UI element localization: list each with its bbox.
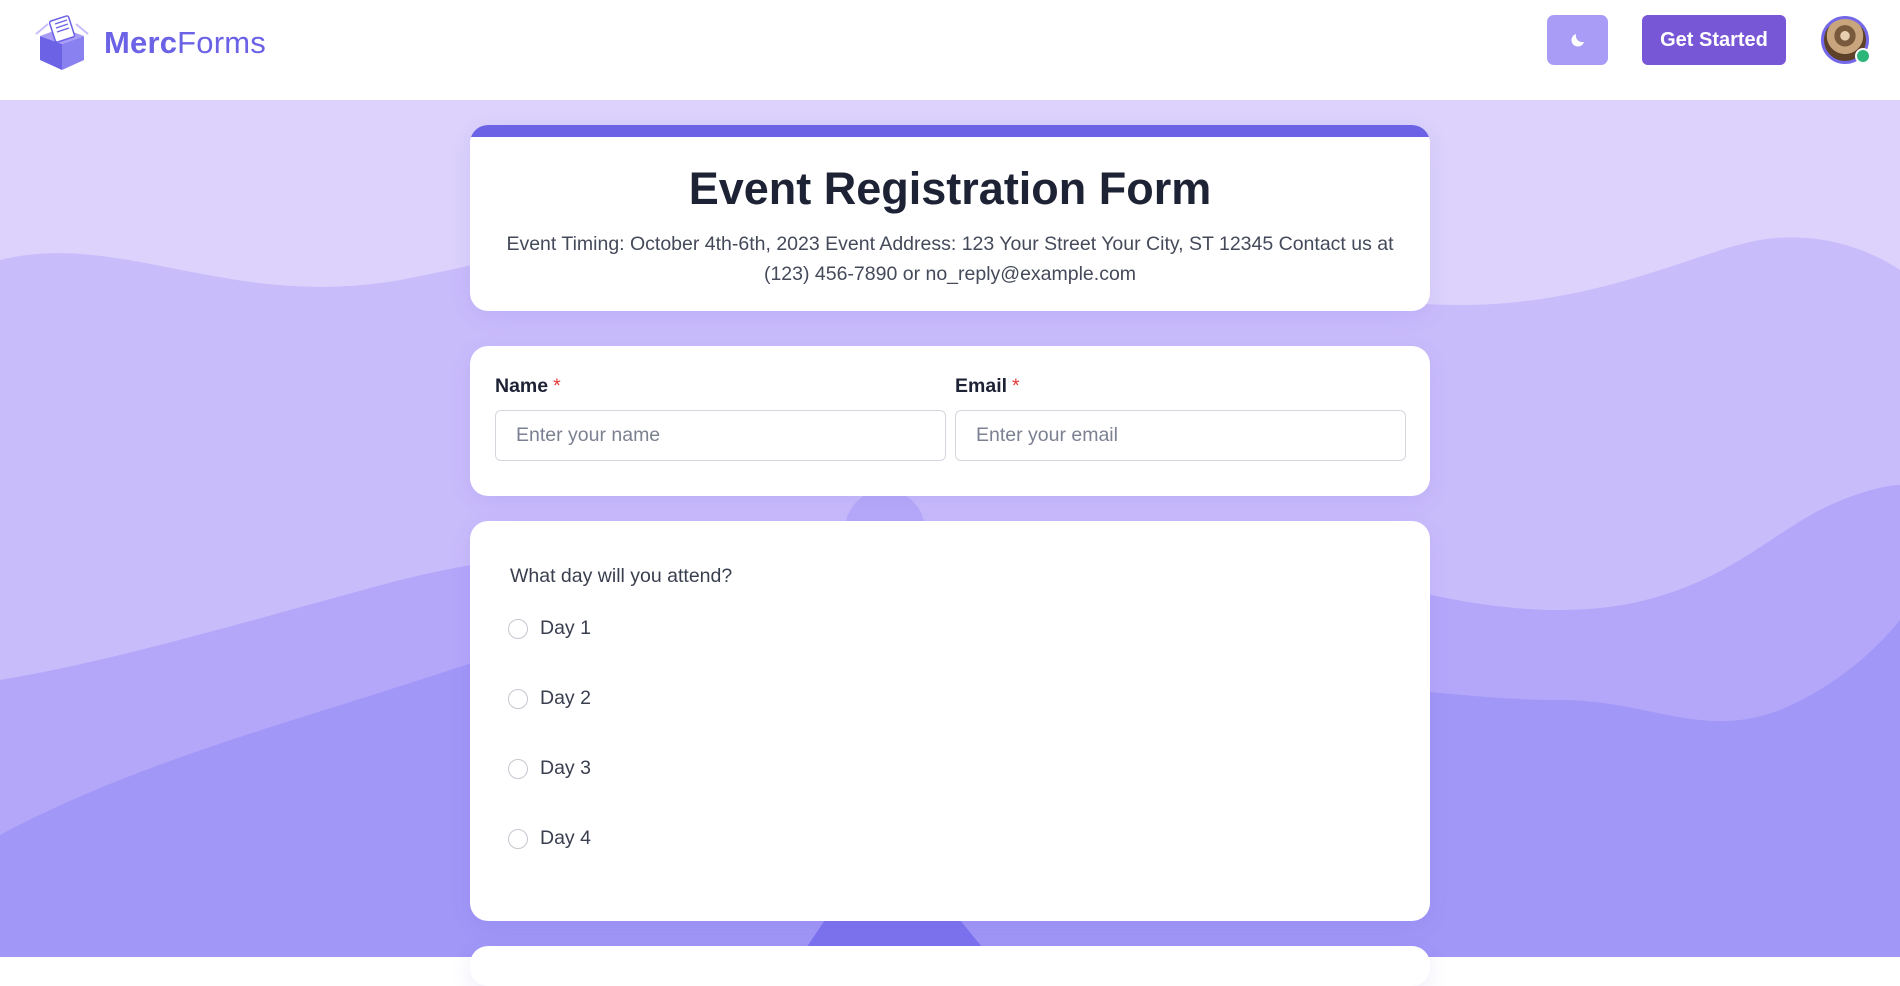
required-marker: *: [553, 375, 561, 397]
brand-name-bold: Merc: [104, 25, 178, 60]
brand-name-light: Forms: [177, 25, 266, 60]
radio-label: Day 1: [540, 617, 591, 639]
get-started-button[interactable]: Get Started: [1642, 15, 1786, 65]
radio-button[interactable]: [508, 618, 528, 639]
radio-button[interactable]: [508, 758, 528, 779]
radio-label: Day 2: [540, 687, 591, 709]
email-label-text: Email: [955, 375, 1008, 397]
radio-label: Day 4: [540, 827, 591, 849]
moon-icon: [1570, 34, 1584, 47]
required-marker: *: [1012, 375, 1020, 397]
radio-option-day-3[interactable]: Day 3: [508, 757, 591, 780]
radio-option-day-4[interactable]: Day 4: [508, 827, 591, 850]
name-label: Name *: [495, 375, 561, 398]
radio-label: Day 3: [540, 757, 591, 779]
next-question-card: [470, 946, 1430, 986]
form-header-card: Event Registration Form Event Timing: Oc…: [470, 125, 1430, 311]
brand-home-link[interactable]: MercForms: [34, 14, 266, 72]
radio-option-day-2[interactable]: Day 2: [508, 687, 591, 710]
name-input[interactable]: [495, 410, 946, 461]
contact-fields-card: Name* Email*: [470, 346, 1430, 496]
top-navbar: MercForms Get Started: [0, 0, 1900, 100]
radio-option-day-1[interactable]: Day 1: [508, 617, 591, 640]
form-title: Event Registration Form: [688, 163, 1212, 214]
name-label-text: Name: [495, 375, 549, 397]
radio-button[interactable]: [508, 828, 528, 849]
attendance-question-card: What day will you attend? Day 1 Day 2 Da…: [470, 521, 1430, 921]
question-text: What day will you attend?: [510, 565, 733, 587]
online-status-icon: [1855, 48, 1871, 64]
radio-button[interactable]: [508, 688, 528, 709]
form-description: Event Timing: October 4th-6th, 2023 Even…: [506, 233, 1394, 285]
email-label: Email *: [955, 375, 1020, 398]
email-input[interactable]: [955, 410, 1406, 461]
theme-toggle-button[interactable]: [1547, 15, 1608, 65]
box-logo-icon: [35, 15, 89, 70]
brand-name: MercForms: [104, 25, 266, 61]
accent-strip: [470, 125, 1430, 137]
